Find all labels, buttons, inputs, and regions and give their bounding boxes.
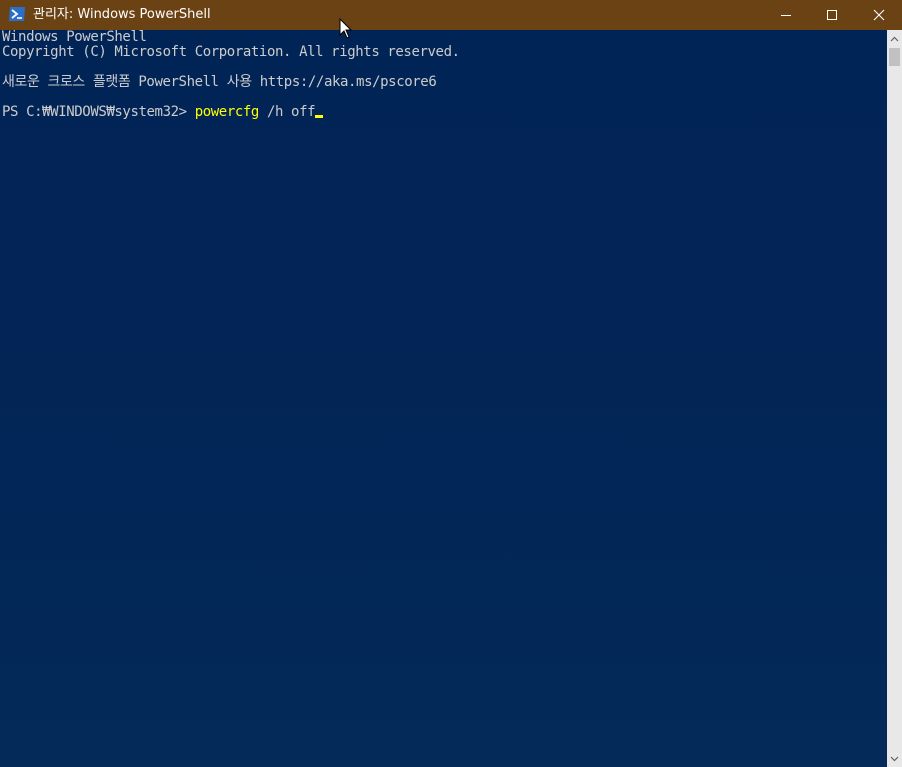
console-line: Windows PowerShell bbox=[2, 30, 147, 45]
maximize-button[interactable] bbox=[809, 0, 855, 30]
scroll-down-button[interactable] bbox=[887, 750, 902, 767]
console-output[interactable]: Windows PowerShell Copyright (C) Microso… bbox=[0, 30, 887, 767]
close-button[interactable] bbox=[856, 0, 902, 30]
scroll-thumb[interactable] bbox=[889, 48, 900, 66]
chevron-down-icon bbox=[890, 756, 899, 761]
text-cursor bbox=[315, 115, 324, 118]
minimize-button[interactable] bbox=[763, 0, 809, 30]
command-name: powercfg bbox=[194, 104, 260, 120]
command-arguments: /h off bbox=[258, 104, 316, 120]
mouse-pointer-icon bbox=[339, 18, 353, 39]
window-title: 관리자: Windows PowerShell bbox=[33, 7, 211, 22]
close-icon bbox=[873, 9, 885, 21]
console-line: Copyright (C) Microsoft Corporation. All… bbox=[2, 44, 460, 60]
vertical-scrollbar[interactable] bbox=[887, 30, 902, 767]
scroll-up-button[interactable] bbox=[887, 30, 902, 47]
maximize-icon bbox=[827, 10, 837, 20]
prompt-prefix: PS C:₩WINDOWS₩system32> bbox=[2, 104, 195, 120]
console-line: 새로운 크로스 플랫폼 PowerShell 사용 https://aka.ms… bbox=[2, 74, 437, 90]
powershell-icon bbox=[9, 7, 25, 21]
title-bar[interactable]: 관리자: Windows PowerShell bbox=[0, 0, 902, 30]
prompt-line[interactable]: PS C:₩WINDOWS₩system32> powercfg /h off bbox=[2, 104, 324, 120]
chevron-up-icon bbox=[890, 36, 899, 41]
powershell-window: 관리자: Windows PowerShell Windows PowerShe… bbox=[0, 0, 902, 767]
minimize-icon bbox=[781, 15, 791, 16]
